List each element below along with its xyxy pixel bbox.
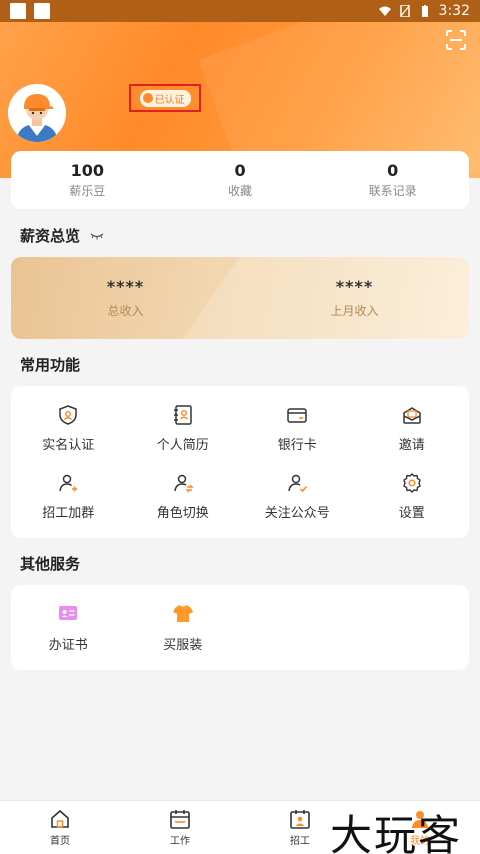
salary-card[interactable]: **** 总收入 **** 上月收入 — [11, 257, 469, 339]
stat-label: 联系记录 — [368, 184, 417, 198]
settings-icon — [402, 472, 421, 493]
services-grid: 办证书 买服装 — [11, 585, 469, 670]
wifi-icon — [378, 6, 391, 16]
eye-closed-icon[interactable] — [90, 232, 104, 240]
total-income: **** 总收入 — [11, 257, 240, 339]
svc-label: 办证书 — [48, 638, 88, 653]
salary-section-title: 薪资总览 — [20, 225, 104, 246]
func-label: 角色切换 — [156, 505, 209, 521]
calendar-icon — [170, 810, 190, 829]
func-follow-account[interactable]: 关注公众号 — [240, 462, 355, 530]
last-month-income-label: 上月收入 — [330, 304, 379, 318]
nav-label: 招工 — [290, 836, 310, 847]
svc-label: 买服装 — [163, 638, 203, 653]
func-label: 设置 — [398, 505, 425, 521]
notification-icon — [10, 3, 26, 19]
worker-avatar-icon — [8, 84, 66, 142]
svc-certificate[interactable]: 办证书 — [11, 585, 126, 670]
nav-mine[interactable]: 我的 — [360, 801, 480, 854]
func-label: 关注公众号 — [264, 505, 330, 521]
stat-value: 0 — [387, 161, 399, 180]
avatar[interactable] — [8, 84, 66, 142]
status-right-icons: 3:32 — [378, 3, 470, 19]
resume-icon — [173, 404, 192, 425]
stat-label: 收藏 — [228, 184, 253, 198]
last-month-income: **** 上月收入 — [240, 257, 469, 339]
certificate-icon — [59, 606, 78, 620]
bottom-nav: 首页 工作 招工 我的 — [0, 800, 480, 854]
total-income-value: **** — [106, 277, 145, 296]
func-label: 实名认证 — [42, 437, 95, 453]
home-icon — [51, 809, 69, 828]
shield-person-icon — [59, 404, 77, 425]
services-title: 其他服务 — [20, 555, 81, 573]
stat-contacts[interactable]: 0 联系记录 — [316, 151, 469, 209]
last-month-income-value: **** — [335, 277, 374, 296]
follow-account-icon — [288, 474, 308, 492]
verified-badge[interactable]: 已认证 — [139, 89, 191, 107]
func-settings[interactable]: 设置 — [355, 462, 470, 530]
svc-clothing[interactable]: 买服装 — [126, 585, 241, 670]
no-sim-icon — [399, 5, 410, 17]
verified-label: 已认证 — [154, 94, 185, 106]
func-role-switch[interactable]: 角色切换 — [126, 462, 241, 530]
nav-label: 我的 — [410, 836, 430, 847]
salary-title: 薪资总览 — [20, 227, 81, 245]
functions-grid: 实名认证 个人简历 银行卡 邀请 招工加群 角色切换 关注公众号 设置 — [11, 386, 469, 538]
clothing-icon — [172, 605, 193, 622]
nav-recruit[interactable]: 招工 — [240, 801, 360, 854]
notification-icon — [34, 3, 50, 19]
func-bank-card[interactable]: 银行卡 — [240, 394, 355, 462]
nav-label: 工作 — [170, 836, 190, 847]
stat-label: 薪乐豆 — [69, 184, 106, 198]
stat-favorites[interactable]: 0 收藏 — [164, 151, 317, 209]
nav-work[interactable]: 工作 — [120, 801, 240, 854]
functions-title: 常用功能 — [20, 356, 81, 374]
func-label: 个人简历 — [156, 437, 209, 453]
stat-beans[interactable]: 100 薪乐豆 — [11, 151, 164, 209]
scan-icon[interactable] — [446, 30, 466, 50]
battery-icon — [421, 5, 428, 17]
func-real-name-auth[interactable]: 实名认证 — [11, 394, 126, 462]
func-label: 招工加群 — [42, 505, 95, 521]
status-time: 3:32 — [438, 3, 470, 19]
verification-highlight: 已认证 — [129, 84, 201, 112]
recruit-icon — [290, 810, 310, 829]
nav-home[interactable]: 首页 — [0, 801, 120, 854]
total-income-label: 总收入 — [107, 304, 144, 318]
group-add-icon — [59, 474, 78, 491]
func-invite[interactable]: 邀请 — [355, 394, 470, 462]
stat-value: 100 — [70, 161, 105, 180]
nav-label: 首页 — [50, 836, 70, 847]
func-label: 邀请 — [398, 437, 425, 453]
functions-section-title: 常用功能 — [20, 354, 80, 375]
status-left-icons — [10, 3, 50, 19]
profile-icon — [412, 811, 428, 828]
status-bar: 3:32 — [0, 0, 480, 22]
role-switch-icon — [174, 474, 194, 492]
services-section-title: 其他服务 — [20, 553, 80, 574]
stats-card: 100 薪乐豆 0 收藏 0 联系记录 — [11, 151, 469, 209]
func-recruit-group[interactable]: 招工加群 — [11, 462, 126, 530]
func-label: 银行卡 — [277, 437, 317, 453]
invite-mail-icon — [403, 406, 421, 424]
func-resume[interactable]: 个人简历 — [126, 394, 241, 462]
bank-card-icon — [287, 407, 307, 423]
stat-value: 0 — [234, 161, 246, 180]
verified-icon — [142, 93, 153, 103]
